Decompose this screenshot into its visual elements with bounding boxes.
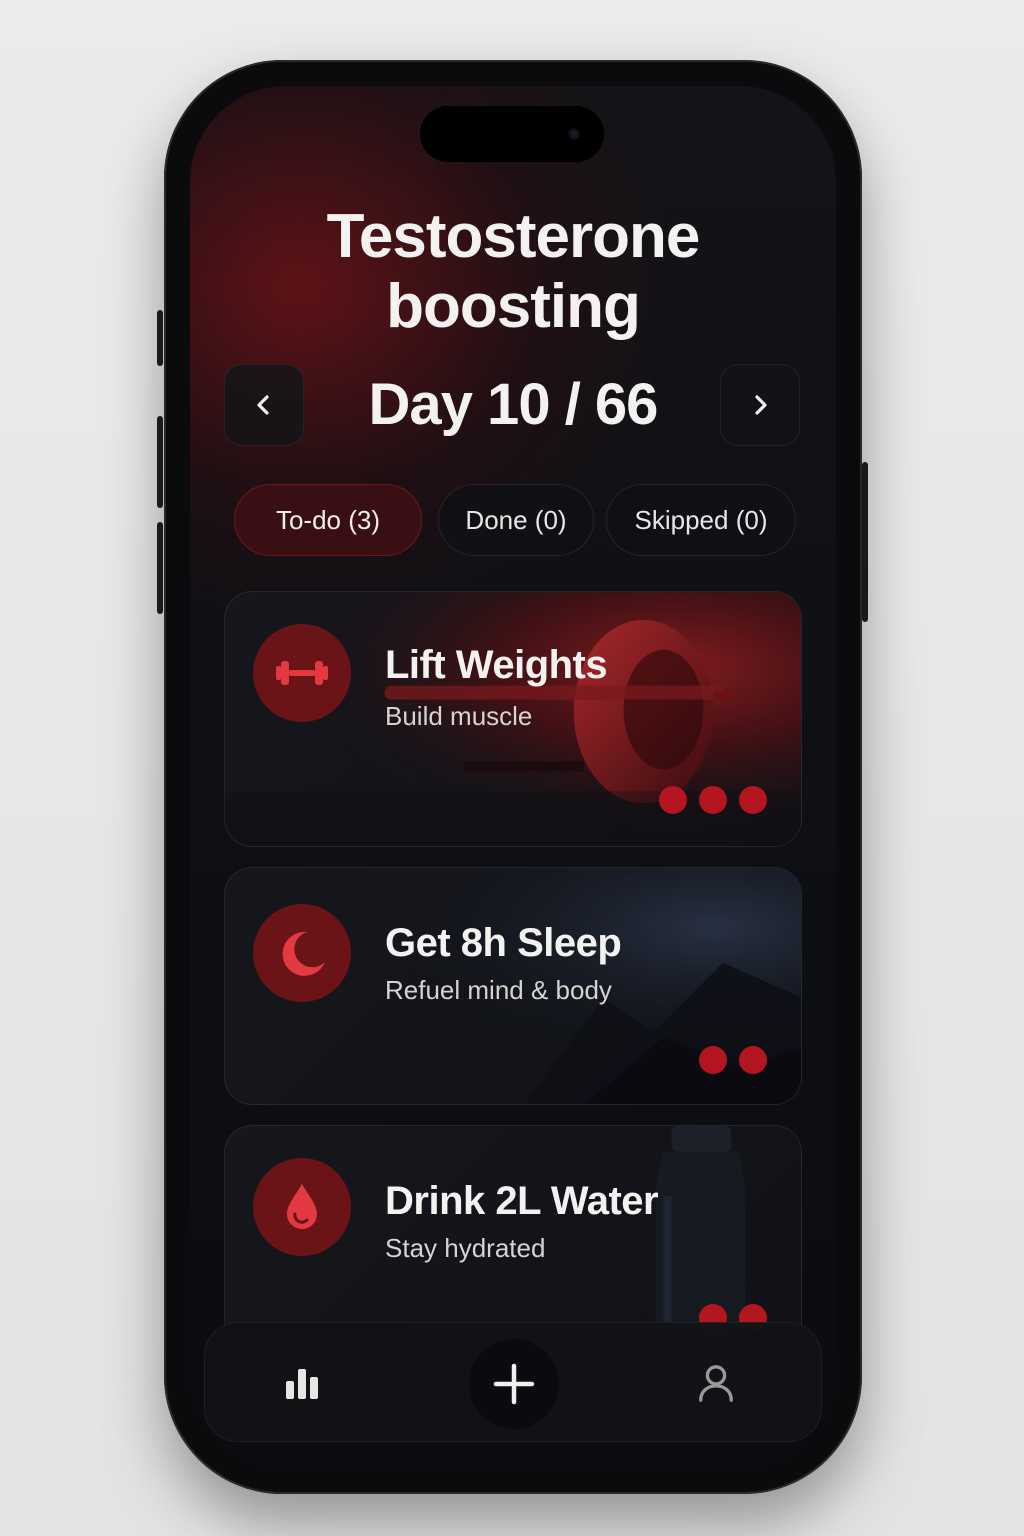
side-button <box>862 462 868 622</box>
profile-nav-button[interactable] <box>691 1359 741 1407</box>
day-counter: Day 10 / 66 <box>368 372 659 437</box>
app-screen: Testosterone boosting Day 10 / 66 To-do … <box>190 86 836 1468</box>
page-title: Testosterone boosting <box>190 202 836 342</box>
next-day-button[interactable] <box>720 364 800 446</box>
task-subtitle: Build muscle <box>385 701 533 731</box>
previous-day-button[interactable] <box>224 364 304 446</box>
dumbbell-badge <box>253 624 351 722</box>
dumbbell-icon <box>276 661 328 685</box>
task-title: Get 8h Sleep <box>385 921 622 965</box>
tab-done[interactable]: Done (0) <box>438 484 594 556</box>
side-button <box>157 416 163 508</box>
dot <box>699 1046 727 1074</box>
chevron-right-icon <box>755 395 767 415</box>
chevron-left-icon <box>257 395 269 415</box>
tab-todo[interactable]: To-do (3) <box>234 484 422 556</box>
water-drop-icon <box>287 1184 317 1229</box>
add-task-button[interactable] <box>469 1339 559 1429</box>
dot <box>739 786 767 814</box>
task-card-water[interactable]: Drink 2L Water Stay hydrated <box>224 1125 802 1355</box>
title-line: boosting <box>386 272 641 341</box>
dot <box>699 786 727 814</box>
side-button <box>157 310 163 366</box>
task-subtitle: Stay hydrated <box>385 1233 546 1263</box>
moon-icon <box>282 931 325 976</box>
dot <box>739 1046 767 1074</box>
task-title: Drink 2L Water <box>385 1179 659 1223</box>
dynamic-island <box>420 106 604 162</box>
dot <box>659 786 687 814</box>
title-line: Testosterone <box>326 202 701 271</box>
task-subtitle: Refuel mind & body <box>385 975 612 1005</box>
task-card-sleep[interactable]: Get 8h Sleep Refuel mind & body <box>224 867 802 1105</box>
camera-icon <box>568 128 580 140</box>
profile-icon <box>699 1365 733 1402</box>
water-badge <box>253 1158 351 1256</box>
bottom-nav-bar <box>204 1322 822 1442</box>
more-options-dots[interactable] <box>699 1046 767 1074</box>
stats-nav-button[interactable] <box>277 1361 327 1405</box>
more-options-dots[interactable] <box>659 786 767 814</box>
tab-skipped[interactable]: Skipped (0) <box>606 484 796 556</box>
task-title: Lift Weights <box>385 643 608 687</box>
side-button <box>157 522 163 614</box>
task-card-lift-weights[interactable]: Lift Weights Build muscle <box>224 591 802 847</box>
plus-icon <box>493 1363 535 1405</box>
moon-badge <box>253 904 351 1002</box>
bar-chart-icon <box>286 1369 318 1399</box>
